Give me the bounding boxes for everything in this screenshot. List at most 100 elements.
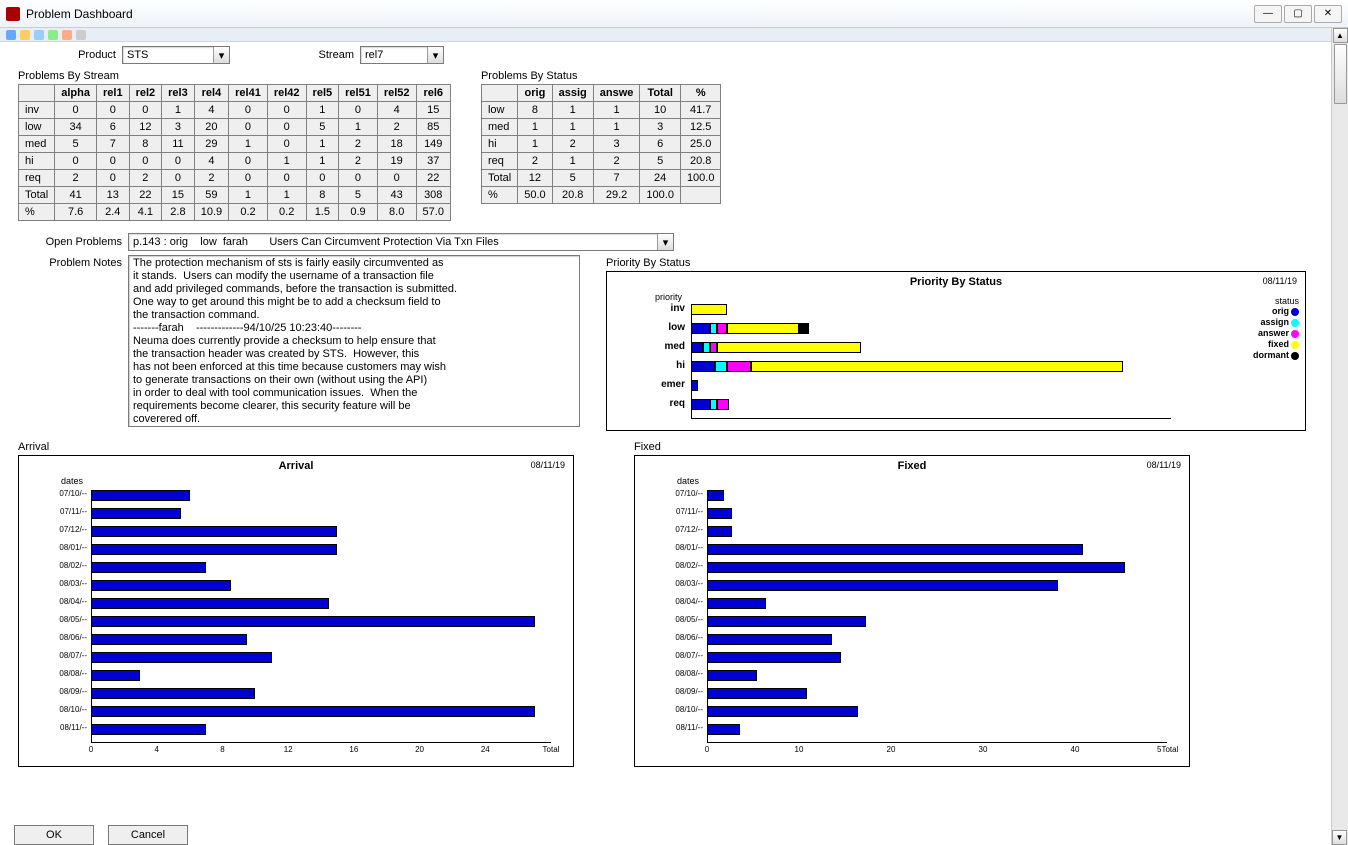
table-header: rel42 xyxy=(267,85,306,102)
bar xyxy=(707,616,866,627)
table-header: rel52 xyxy=(377,85,416,102)
open-problems-combo[interactable]: p.143 : orig low farah Users Can Circumv… xyxy=(128,233,674,251)
product-combo[interactable]: STS ▾ xyxy=(122,46,230,64)
x-tick-label: 10 xyxy=(789,745,809,754)
legend-item: orig xyxy=(1253,306,1299,317)
table-header: orig xyxy=(518,85,552,102)
vertical-scrollbar[interactable]: ▲ ▼ xyxy=(1331,28,1348,845)
table-row: low8111041.7 xyxy=(481,102,721,119)
fixed-axis-label: dates xyxy=(677,476,699,486)
y-tick-label: 08/09/-- xyxy=(51,687,87,696)
chevron-down-icon[interactable]: ▾ xyxy=(213,47,229,63)
bar xyxy=(91,670,140,681)
table-row: hi123625.0 xyxy=(481,136,721,153)
y-tick-label: inv xyxy=(649,303,685,314)
open-problems-label: Open Problems xyxy=(38,236,128,248)
bar xyxy=(707,706,858,717)
priority-axis-label: priority xyxy=(655,292,682,302)
y-tick-label: 07/11/-- xyxy=(51,507,87,516)
fixed-chart-title: Fixed xyxy=(635,456,1189,472)
scroll-down-icon[interactable]: ▼ xyxy=(1332,830,1347,845)
x-tick-label: 0 xyxy=(697,745,717,754)
table-header: rel3 xyxy=(162,85,195,102)
priority-legend: status origassignanswerfixeddormant xyxy=(1253,296,1299,361)
x-tick-label: 5Total xyxy=(1157,745,1177,754)
minimize-button[interactable]: — xyxy=(1254,5,1282,23)
problem-notes-label: Problem Notes xyxy=(18,255,128,431)
stream-value: rel7 xyxy=(361,49,387,61)
bar-segment xyxy=(717,323,727,334)
x-tick-label: 8 xyxy=(212,745,232,754)
y-tick-label: 08/03/-- xyxy=(51,579,87,588)
bar-segment xyxy=(691,399,710,410)
legend-item: fixed xyxy=(1253,339,1299,350)
table-header: rel2 xyxy=(129,85,162,102)
priority-chart-title: Priority By Status xyxy=(607,272,1305,288)
x-tick-label: 30 xyxy=(973,745,993,754)
y-tick-label: 08/05/-- xyxy=(51,615,87,624)
table-header: answe xyxy=(593,85,640,102)
bar-segment xyxy=(691,304,727,315)
problem-notes-textarea[interactable]: The protection mechanism of sts is fairl… xyxy=(128,255,580,427)
stream-combo[interactable]: rel7 ▾ xyxy=(360,46,444,64)
status-table-title: Problems By Status xyxy=(481,70,722,82)
y-tick-label: hi xyxy=(649,360,685,371)
product-label: Product xyxy=(68,49,122,61)
bar xyxy=(707,490,724,501)
cancel-button[interactable]: Cancel xyxy=(108,825,188,845)
close-button[interactable]: ✕ xyxy=(1314,5,1342,23)
table-header xyxy=(481,85,517,102)
scroll-thumb[interactable] xyxy=(1334,44,1347,104)
bar-segment xyxy=(691,323,710,334)
legend-item: assign xyxy=(1253,317,1299,328)
stream-label: Stream xyxy=(230,49,360,61)
table-row: hi0000401121937 xyxy=(19,153,451,170)
y-tick-label: 07/12/-- xyxy=(51,525,87,534)
priority-chart-date: 08/11/19 xyxy=(1263,276,1297,286)
x-tick-label: 16 xyxy=(344,745,364,754)
arrival-section-title: Arrival xyxy=(18,441,574,453)
y-tick-label: 08/10/-- xyxy=(667,705,703,714)
table-row: low346123200051285 xyxy=(19,119,451,136)
y-tick-label: 08/02/-- xyxy=(667,561,703,570)
y-tick-label: 08/04/-- xyxy=(667,597,703,606)
y-tick-label: 08/09/-- xyxy=(667,687,703,696)
bar xyxy=(91,724,206,735)
bar-segment xyxy=(717,399,729,410)
priority-chart: Priority By Status 08/11/19 priority sta… xyxy=(606,271,1306,431)
bar-segment xyxy=(715,361,727,372)
ok-button[interactable]: OK xyxy=(14,825,94,845)
chevron-down-icon[interactable]: ▾ xyxy=(657,234,673,250)
y-tick-label: 07/12/-- xyxy=(667,525,703,534)
y-tick-label: 08/02/-- xyxy=(51,561,87,570)
arrival-chart-date: 08/11/19 xyxy=(531,460,565,470)
bar xyxy=(707,580,1058,591)
bar-segment xyxy=(691,361,715,372)
y-tick-label: 08/05/-- xyxy=(667,615,703,624)
bar xyxy=(91,598,329,609)
bar-segment xyxy=(727,323,799,334)
bar xyxy=(91,634,247,645)
bar xyxy=(707,526,732,537)
bar xyxy=(91,562,206,573)
bar-segment xyxy=(751,361,1123,372)
y-tick-label: emer xyxy=(649,379,685,390)
toolbar-strip xyxy=(0,28,1348,42)
maximize-button[interactable]: ▢ xyxy=(1284,5,1312,23)
bar xyxy=(91,706,535,717)
table-header: rel51 xyxy=(339,85,378,102)
table-row: Total125724100.0 xyxy=(481,170,721,187)
x-tick-label: 24 xyxy=(475,745,495,754)
y-tick-label: med xyxy=(649,341,685,352)
table-row: req212520.8 xyxy=(481,153,721,170)
y-tick-label: 07/10/-- xyxy=(667,489,703,498)
arrival-axis-label: dates xyxy=(61,476,83,486)
y-tick-label: 08/06/-- xyxy=(667,633,703,642)
chevron-down-icon[interactable]: ▾ xyxy=(427,47,443,63)
fixed-chart: Fixed 08/11/19 dates 07/10/--07/11/--07/… xyxy=(634,455,1190,767)
bar-segment xyxy=(710,323,717,334)
legend-item: dormant xyxy=(1253,350,1299,361)
table-header: Total xyxy=(640,85,681,102)
x-tick-label: 4 xyxy=(147,745,167,754)
scroll-up-icon[interactable]: ▲ xyxy=(1333,28,1348,43)
